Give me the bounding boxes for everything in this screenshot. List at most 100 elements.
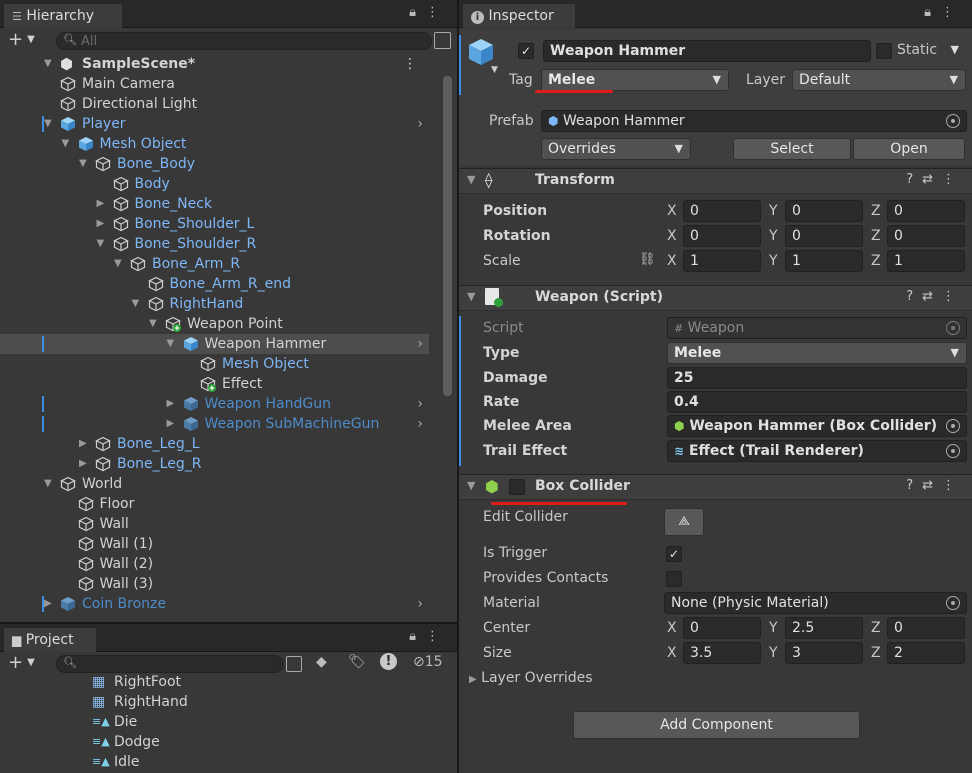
hierarchy-scrollbar[interactable]	[443, 76, 452, 396]
select-button[interactable]: Select	[733, 138, 851, 160]
rotation-z-field[interactable]: 0	[887, 225, 965, 247]
more-icon[interactable]: ⋮	[942, 289, 964, 304]
constrain-proportions-icon[interactable]: ⛓︎	[639, 252, 656, 267]
center-y-field[interactable]: 2.5	[785, 617, 863, 639]
center-z-field[interactable]: 0	[887, 617, 965, 639]
static-dropdown[interactable]: ▼	[945, 40, 966, 62]
material-field[interactable]: None (Physic Material)	[664, 592, 967, 614]
more-icon[interactable]: ⋮	[941, 5, 964, 20]
lock-icon[interactable]: 🔒︎	[409, 5, 426, 20]
hierarchy-item[interactable]: Wall	[0, 514, 429, 534]
project-tab[interactable]: ▆ Project	[4, 628, 96, 652]
collapse-arrow-icon[interactable]: ▼	[467, 479, 475, 492]
trail-effect-field[interactable]: ≋ Effect (Trail Renderer)	[667, 440, 967, 462]
object-picker-icon[interactable]	[946, 596, 960, 610]
hierarchy-item[interactable]: Wall (3)	[0, 574, 429, 594]
scene-row[interactable]: ▼ ⬢ SampleScene* ⋮	[0, 54, 429, 74]
collapse-arrow-icon[interactable]: ▼	[467, 290, 475, 303]
provides-contacts-checkbox[interactable]	[666, 571, 682, 587]
scene-menu-icon[interactable]: ⋮	[403, 54, 417, 74]
hierarchy-item[interactable]: ▼ Bone_Arm_R	[0, 254, 429, 274]
help-icon[interactable]: ?	[906, 289, 922, 304]
hierarchy-item[interactable]: Main Camera	[0, 74, 429, 94]
hierarchy-item[interactable]: Floor	[0, 494, 429, 514]
hierarchy-item[interactable]: ▶ Bone_Leg_R	[0, 454, 429, 474]
hierarchy-item[interactable]: Bone_Arm_R_end	[0, 274, 429, 294]
layer-overrides-foldout[interactable]: ▶ Layer Overrides	[469, 670, 593, 686]
rotation-x-field[interactable]: 0	[683, 225, 761, 247]
inspector-tab[interactable]: i Inspector	[463, 4, 575, 28]
active-checkbox[interactable]: ✓	[518, 43, 534, 59]
transform-header[interactable]: ▼ ⟠ Transform ?⇄⋮	[459, 168, 972, 194]
more-icon[interactable]: ⋮	[942, 478, 964, 493]
center-x-field[interactable]: 0	[683, 617, 761, 639]
help-icon[interactable]: ?	[906, 478, 922, 493]
chevron-right-icon[interactable]: ›	[417, 394, 423, 414]
hierarchy-item[interactable]: Directional Light	[0, 94, 429, 114]
collapse-arrow-icon[interactable]: ▶	[167, 414, 179, 434]
expand-arrow-icon[interactable]: ▼	[62, 134, 74, 154]
hierarchy-item[interactable]: Mesh Object	[0, 354, 429, 374]
static-checkbox[interactable]	[876, 43, 892, 59]
melee-area-field[interactable]: ⬢ Weapon Hammer (Box Collider)	[667, 415, 967, 437]
expand-arrow-icon[interactable]: ▼	[149, 314, 161, 334]
collapse-arrow-icon[interactable]: ▶	[79, 454, 91, 474]
collapse-arrow-icon[interactable]: ▶	[167, 394, 179, 414]
collapse-arrow-icon[interactable]: ▶	[97, 194, 109, 214]
weapon-script-header[interactable]: ▼ Weapon (Script) ?⇄⋮	[459, 285, 972, 311]
scale-y-field[interactable]: 1	[785, 250, 863, 272]
help-icon[interactable]: ?	[906, 172, 922, 187]
size-x-field[interactable]: 3.5	[683, 642, 761, 664]
project-item[interactable]: ≡▲ Dodge	[0, 732, 443, 752]
hierarchy-item[interactable]: ▶ Bone_Shoulder_L	[0, 214, 429, 234]
prefab-cube-icon[interactable]	[467, 37, 495, 67]
expand-arrow-icon[interactable]: ▼	[44, 54, 56, 74]
more-icon[interactable]: ⋮	[426, 5, 449, 20]
more-icon[interactable]: ⋮	[942, 172, 964, 187]
icon-dropdown-icon[interactable]: ▼	[491, 65, 498, 75]
expand-arrow-icon[interactable]: ▼	[114, 254, 126, 274]
size-z-field[interactable]: 2	[887, 642, 965, 664]
position-y-field[interactable]: 0	[785, 200, 863, 222]
box-collider-header[interactable]: ▼ ⬢ Box Collider ?⇄⋮	[459, 474, 972, 500]
scale-z-field[interactable]: 1	[887, 250, 965, 272]
hierarchy-item[interactable]: ▶ Coin Bronze ›	[0, 594, 429, 614]
expand-arrow-icon[interactable]: ▼	[79, 154, 91, 174]
hierarchy-item[interactable]: ▼ Bone_Body	[0, 154, 429, 174]
lock-icon[interactable]: 🔒︎	[924, 5, 941, 20]
hierarchy-item[interactable]: Wall (2)	[0, 554, 429, 574]
hierarchy-item[interactable]: ▶ Weapon HandGun ›	[0, 394, 429, 414]
expand-arrow-icon[interactable]: ▼	[97, 234, 109, 254]
add-object-button[interactable]: + ▼	[8, 30, 35, 50]
damage-field[interactable]: 25	[667, 367, 967, 389]
layer-dropdown[interactable]: Default ▼	[792, 69, 966, 91]
chevron-right-icon[interactable]: ›	[417, 114, 423, 134]
is-trigger-checkbox[interactable]: ✓	[666, 546, 682, 562]
position-z-field[interactable]: 0	[887, 200, 965, 222]
expand-arrow-icon[interactable]: ▼	[167, 334, 179, 354]
tag-dropdown[interactable]: Melee ▼	[541, 69, 729, 91]
project-item[interactable]: ▦ RightFoot	[0, 672, 443, 692]
hierarchy-item[interactable]: ▼ World	[0, 474, 429, 494]
rate-field[interactable]: 0.4	[667, 391, 967, 413]
object-picker-icon[interactable]	[946, 114, 960, 128]
collapse-arrow-icon[interactable]: ▶	[79, 434, 91, 454]
hierarchy-search-field[interactable]: 🔍︎ All	[56, 32, 432, 50]
object-picker-icon[interactable]	[946, 444, 960, 458]
object-picker-icon[interactable]	[946, 419, 960, 433]
add-component-button[interactable]: Add Component	[573, 711, 860, 739]
hierarchy-item[interactable]: ▼ Weapon Hammer ›	[0, 334, 429, 354]
hierarchy-item[interactable]: ▼ Player ›	[0, 114, 429, 134]
edit-collider-button[interactable]: ⟁	[664, 508, 704, 536]
object-name-field[interactable]: Weapon Hammer	[543, 40, 871, 62]
hierarchy-item[interactable]: ▶ Bone_Leg_L	[0, 434, 429, 454]
presets-icon[interactable]: ⇄	[922, 289, 942, 304]
box-collider-enabled-checkbox[interactable]	[509, 479, 525, 495]
hierarchy-item[interactable]: Effect	[0, 374, 429, 394]
hierarchy-item[interactable]: ▼ Weapon Point	[0, 314, 429, 334]
size-y-field[interactable]: 3	[785, 642, 863, 664]
scale-x-field[interactable]: 1	[683, 250, 761, 272]
project-item[interactable]: ≡▲ Idle	[0, 752, 443, 772]
hierarchy-item[interactable]: ▶ Bone_Neck	[0, 194, 429, 214]
hidden-packages-toggle[interactable]: ⊘15	[413, 654, 443, 670]
